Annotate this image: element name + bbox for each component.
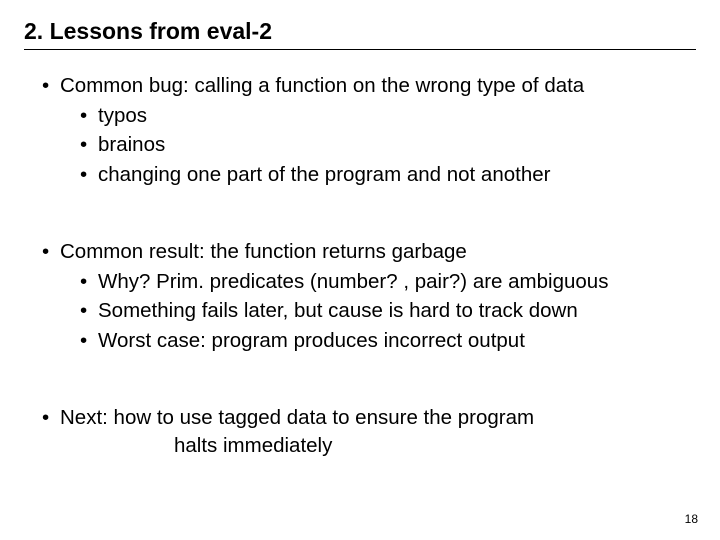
bullet-lead: •Common bug: calling a function on the w… [42,72,696,101]
page-number: 18 [685,512,698,526]
section-next: •Next: how to use tagged data to ensure … [24,404,696,461]
slide-title: 2. Lessons from eval-2 [24,18,696,45]
bullet-text: typos [98,104,147,127]
bullet-sub: •typos [80,101,696,131]
bullet-text: Next: how to use tagged data to ensure t… [60,406,534,429]
section-common-bug: •Common bug: calling a function on the w… [24,72,696,190]
title-rule [24,49,696,50]
bullet-text: Common result: the function returns garb… [60,240,467,263]
bullet-continuation: halts immediately [174,432,696,461]
bullet-sub: •Something fails later, but cause is har… [80,296,696,326]
bullet-text: Something fails later, but cause is hard… [98,299,578,322]
bullet-text: Worst case: program produces incorrect o… [98,329,525,352]
bullet-lead: •Common result: the function returns gar… [42,238,696,267]
bullet-text: Common bug: calling a function on the wr… [60,74,584,97]
bullet-sub: •Why? Prim. predicates (number? , pair?)… [80,267,696,297]
section-common-result: •Common result: the function returns gar… [24,238,696,356]
bullet-text: Why? Prim. predicates (number? , pair?) … [98,270,608,293]
bullet-text: brainos [98,133,165,156]
bullet-sub: •changing one part of the program and no… [80,160,696,190]
bullet-sub: •brainos [80,130,696,160]
bullet-lead: •Next: how to use tagged data to ensure … [42,404,696,433]
bullet-text: changing one part of the program and not… [98,163,550,186]
bullet-sub: •Worst case: program produces incorrect … [80,326,696,356]
